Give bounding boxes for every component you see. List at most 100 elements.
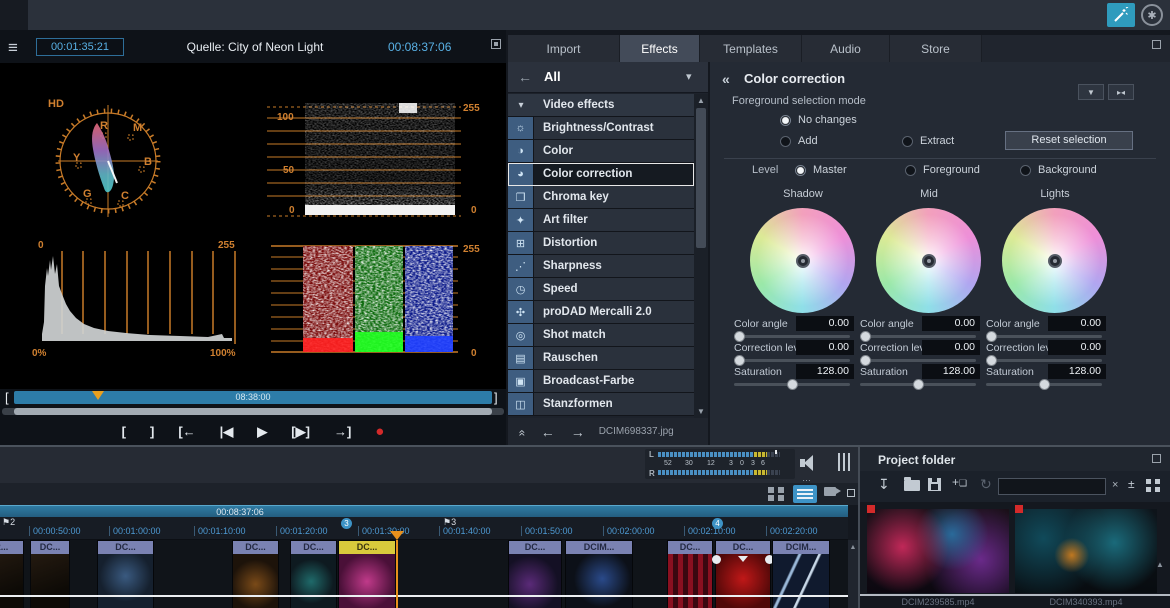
previous-file-icon[interactable]: ← — [541, 424, 555, 440]
effect-item-color[interactable]: ◑Color — [508, 140, 694, 163]
timeline-clip[interactable]: DC... — [508, 540, 562, 608]
color-wheel-shadow[interactable] — [750, 208, 855, 313]
effect-item-shot-match[interactable]: ◎Shot match — [508, 324, 694, 347]
back-chevrons-icon[interactable]: « — [722, 71, 730, 87]
effect-item-speed[interactable]: ◷Speed — [508, 278, 694, 301]
param-slider[interactable] — [860, 359, 976, 362]
param-value[interactable]: 0.00 — [1048, 316, 1106, 331]
next-file-icon[interactable]: → — [571, 424, 585, 440]
tab-effects[interactable]: Effects — [620, 35, 700, 62]
panel-collapse-icon[interactable]: ▸◂ — [1108, 84, 1134, 100]
chevron-down-icon[interactable]: ▾ — [686, 70, 692, 83]
timeline-view-icon[interactable] — [793, 485, 817, 503]
gear-icon[interactable]: ✱ — [1141, 4, 1163, 26]
param-slider[interactable] — [860, 335, 976, 338]
open-folder-icon[interactable] — [904, 480, 920, 491]
wheel-knob[interactable] — [1048, 254, 1062, 268]
play-button[interactable]: ▶ — [257, 424, 267, 440]
mixer-icon[interactable] — [838, 453, 853, 471]
wheel-knob[interactable] — [796, 254, 810, 268]
range-bracket-left[interactable]: [ — [5, 390, 9, 405]
reset-selection-button[interactable]: Reset selection — [1005, 131, 1133, 150]
tab-audio[interactable]: Audio — [802, 35, 890, 62]
param-slider[interactable] — [734, 383, 850, 386]
timeline-flag-marker[interactable]: ⚑2 — [2, 517, 15, 528]
effects-scrollbar-thumb[interactable] — [696, 108, 706, 248]
radio-dot[interactable] — [780, 115, 791, 126]
timeline-chapter-marker[interactable]: 3 — [341, 518, 352, 529]
radio-dot[interactable] — [795, 165, 806, 176]
param-value[interactable]: 0.00 — [796, 316, 854, 331]
effect-item-rauschen[interactable]: ▤Rauschen — [508, 347, 694, 370]
param-slider[interactable] — [860, 383, 976, 386]
panel-menu-icon[interactable]: ▼ — [1078, 84, 1104, 100]
slider-knob[interactable] — [1039, 379, 1050, 390]
detach-project-icon[interactable] — [1152, 454, 1161, 463]
slider-knob[interactable] — [787, 379, 798, 390]
seek-bar[interactable]: 08:38:00 — [14, 391, 492, 404]
effect-item-distortion[interactable]: ⊞Distortion — [508, 232, 694, 255]
record-button[interactable]: ● — [375, 423, 384, 440]
refresh-icon[interactable]: ↻ — [980, 476, 992, 493]
timeline-clip[interactable]: 2... — [0, 540, 24, 608]
timeline-clip[interactable]: DC... — [290, 540, 337, 608]
timeline-flag-marker[interactable]: ⚑3 — [443, 517, 456, 528]
param-value[interactable]: 0.00 — [922, 340, 980, 355]
playhead-handle[interactable] — [390, 531, 404, 540]
radio-foreground[interactable]: Foreground — [905, 164, 980, 176]
radio-dot[interactable] — [905, 165, 916, 176]
color-wheel-lights[interactable] — [1002, 208, 1107, 313]
add-item-icon[interactable]: +❏ — [952, 475, 967, 489]
detach-monitor-icon[interactable] — [491, 39, 501, 49]
timeline-clip[interactable]: DCIM... — [565, 540, 633, 608]
monitor-scrollbar[interactable] — [2, 408, 504, 415]
radio-no-changes[interactable]: No changes — [780, 114, 857, 126]
param-slider[interactable] — [734, 359, 850, 362]
zoom-items-icon[interactable]: ± — [1128, 477, 1135, 491]
param-slider[interactable] — [986, 335, 1102, 338]
clear-search-icon[interactable]: × — [1112, 479, 1118, 491]
radio-add[interactable]: Add — [780, 135, 818, 147]
timeline-clip[interactable]: DC... — [667, 540, 713, 608]
param-value[interactable]: 128.00 — [922, 364, 980, 379]
timeline-ruler[interactable]: 00:00:50:0000:01:00:0000:01:10:0000:01:2… — [0, 517, 848, 540]
param-value[interactable]: 0.00 — [1048, 340, 1106, 355]
set-in-button[interactable]: [ — [122, 424, 126, 439]
range-bracket-right[interactable]: ] — [494, 390, 498, 405]
slider-knob[interactable] — [913, 379, 924, 390]
timeline-clip[interactable]: DC... — [338, 540, 396, 608]
timeline-clip[interactable]: DC... — [30, 540, 70, 608]
back-arrow-icon[interactable]: ← — [518, 69, 532, 85]
param-value[interactable]: 0.00 — [922, 316, 980, 331]
storyboard-view-icon[interactable] — [768, 487, 784, 501]
volume-line[interactable] — [0, 595, 848, 597]
scroll-down-icon[interactable]: ▼ — [694, 405, 708, 418]
collapse-up-icon[interactable]: « — [515, 429, 529, 434]
wheel-knob[interactable] — [922, 254, 936, 268]
project-media-item[interactable]: DCIM239585.mp4 — [867, 509, 1009, 593]
play-range-button[interactable]: [▶] — [291, 424, 310, 440]
timeline-clip[interactable]: DC... — [715, 540, 771, 608]
project-media-item[interactable]: DCIM340393.mp4 — [1015, 509, 1157, 593]
radio-master[interactable]: Master — [795, 164, 847, 176]
detach-panel-icon[interactable] — [1152, 40, 1161, 49]
timeline-range-bar[interactable]: 00:08:37:06 — [0, 505, 848, 517]
effect-item-broadcast-farbe[interactable]: ▣Broadcast-Farbe — [508, 370, 694, 393]
radio-dot[interactable] — [1020, 165, 1031, 176]
param-value[interactable]: 128.00 — [1048, 364, 1106, 379]
grid-view-icon[interactable] — [1146, 479, 1160, 492]
tab-store[interactable]: Store — [890, 35, 982, 62]
import-icon[interactable]: ↧ — [878, 476, 890, 493]
effect-item-stanzformen[interactable]: ◫Stanzformen — [508, 393, 694, 416]
detach-timeline-icon[interactable] — [847, 489, 855, 497]
timeline-clip[interactable]: DC... — [232, 540, 279, 608]
effect-item-color-correction[interactable]: ◕Color correction — [508, 163, 694, 186]
magic-wand-icon[interactable] — [1107, 3, 1135, 27]
monitor-menu-icon[interactable]: ≡ — [8, 38, 18, 58]
radio-extract[interactable]: Extract — [902, 135, 954, 147]
param-value[interactable]: 0.00 — [796, 340, 854, 355]
param-slider[interactable] — [986, 359, 1102, 362]
track-scrollbar[interactable]: ▲ — [848, 540, 858, 608]
effects-scrollbar[interactable]: ▲ ▼ — [694, 94, 708, 418]
camera-view-icon[interactable] — [824, 487, 836, 496]
